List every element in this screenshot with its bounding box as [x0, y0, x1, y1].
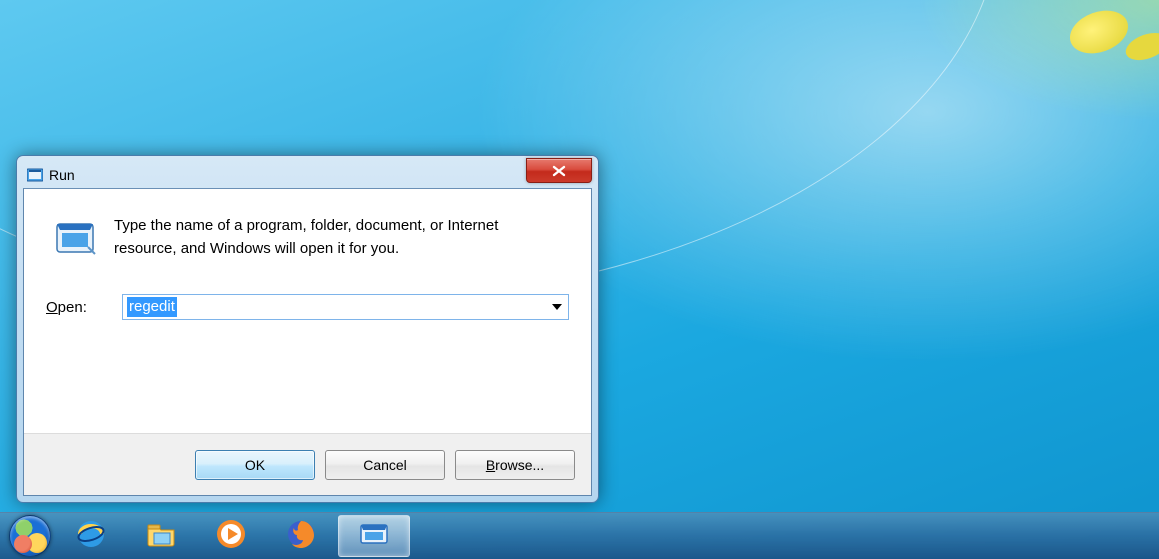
- close-icon: [551, 165, 567, 177]
- chevron-down-icon[interactable]: [552, 304, 562, 310]
- taskbar-item-firefox[interactable]: [268, 515, 334, 557]
- window-title: Run: [49, 167, 75, 183]
- windows-logo-icon: [9, 515, 51, 557]
- dialog-client-area: Type the name of a program, folder, docu…: [23, 188, 592, 496]
- dialog-description: Type the name of a program, folder, docu…: [114, 215, 544, 260]
- firefox-icon: [284, 517, 318, 556]
- folder-icon: [144, 517, 178, 556]
- close-button[interactable]: [526, 158, 592, 183]
- run-program-icon: [54, 217, 96, 259]
- start-button[interactable]: [6, 515, 54, 557]
- taskbar-item-internet-explorer[interactable]: [58, 515, 124, 557]
- media-player-icon: [214, 517, 248, 556]
- desktop-flower: [1064, 3, 1134, 61]
- run-icon: [357, 517, 391, 556]
- taskbar-item-media-player[interactable]: [198, 515, 264, 557]
- open-input-value[interactable]: regedit: [127, 297, 177, 317]
- browse-button[interactable]: Browse...: [455, 450, 575, 480]
- run-title-icon: [27, 168, 43, 182]
- taskbar-item-file-explorer[interactable]: [128, 515, 194, 557]
- run-dialog-window: Run Type the name of a program, fol: [16, 155, 599, 503]
- internet-explorer-icon: [74, 517, 108, 556]
- titlebar[interactable]: Run: [23, 162, 592, 188]
- taskbar[interactable]: [0, 512, 1159, 559]
- dialog-button-row: OK Cancel Browse...: [24, 433, 591, 495]
- open-label: Open:: [46, 299, 122, 316]
- open-combobox[interactable]: regedit: [122, 294, 569, 320]
- cancel-button[interactable]: Cancel: [325, 450, 445, 480]
- taskbar-item-run[interactable]: [338, 515, 410, 557]
- ok-button[interactable]: OK: [195, 450, 315, 480]
